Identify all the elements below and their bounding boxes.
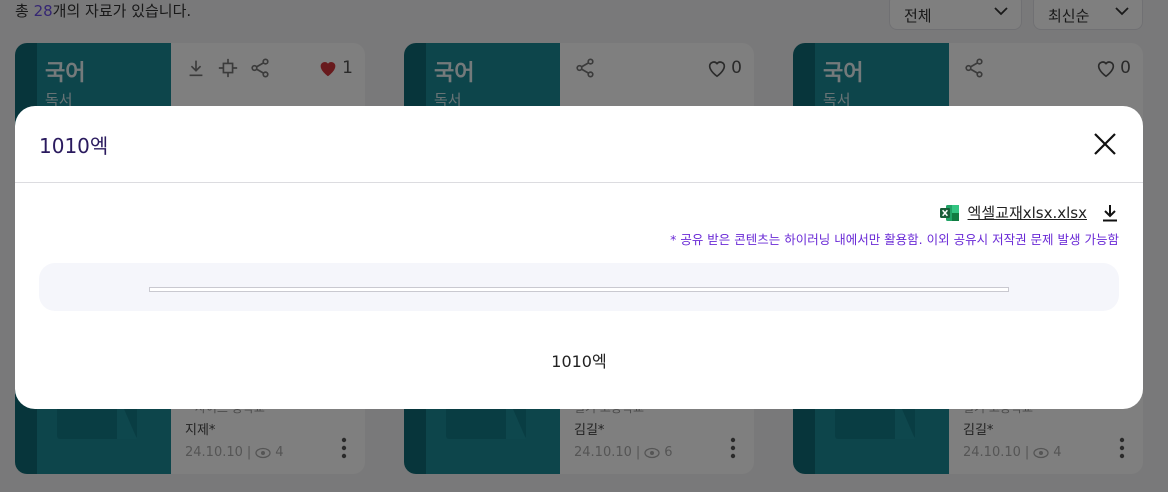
attachment-link[interactable]: 엑셀교재xlsx.xlsx <box>968 202 1087 223</box>
preview-placeholder-bar <box>149 287 1009 292</box>
modal-header: 1010엑 <box>15 106 1143 183</box>
download-icon[interactable] <box>1101 204 1119 222</box>
file-preview-area <box>39 263 1119 311</box>
modal-title: 1010엑 <box>39 134 109 158</box>
modal-body-text: 1010엑 <box>551 352 607 371</box>
file-preview-modal: 1010엑 엑셀교재xlsx.xlsx * 공유 받은 콘텐츠는 하이러닝 내에… <box>15 106 1143 409</box>
close-icon[interactable] <box>1093 132 1117 156</box>
copyright-notice: * 공유 받은 콘텐츠는 하이러닝 내에서만 활용함. 이외 공유시 저작권 문… <box>670 232 1119 247</box>
attachment-row: 엑셀교재xlsx.xlsx <box>939 202 1119 223</box>
excel-icon <box>939 204 959 221</box>
